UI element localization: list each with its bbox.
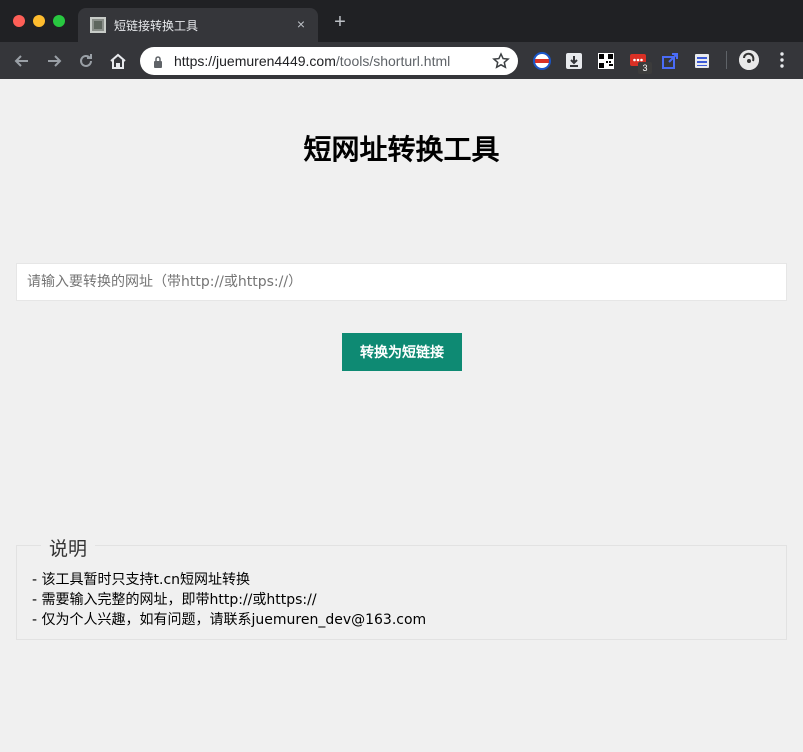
qr-code-extension-icon[interactable] xyxy=(597,52,615,70)
extension-badge: 3 xyxy=(638,62,652,74)
url-input[interactable] xyxy=(16,263,787,301)
back-arrow-icon[interactable] xyxy=(12,51,32,71)
share-extension-icon[interactable] xyxy=(661,52,679,70)
browser-tab-bar: 短链接转换工具 × + xyxy=(0,0,803,42)
minimize-window-button[interactable] xyxy=(33,15,45,27)
reader-extension-icon[interactable] xyxy=(693,52,711,70)
forward-arrow-icon[interactable] xyxy=(44,51,64,71)
tab-title: 短链接转换工具 xyxy=(114,19,199,33)
new-tab-button[interactable]: + xyxy=(330,12,350,32)
note-line: - 需要输入完整的网址，即带http://或https:// xyxy=(32,592,317,608)
browser-tab[interactable]: 短链接转换工具 × xyxy=(78,8,318,42)
site-favicon-icon xyxy=(90,17,106,33)
browser-toolbar: https://juemuren4449.com/tools/shorturl.… xyxy=(0,42,803,79)
url-text: https://juemuren4449.com/tools/shorturl.… xyxy=(174,53,450,69)
translate-extension-icon[interactable] xyxy=(533,52,551,70)
maximize-window-button[interactable] xyxy=(53,15,65,27)
home-icon[interactable] xyxy=(108,51,128,71)
bookmark-star-icon[interactable] xyxy=(492,52,510,70)
more-menu-icon[interactable] xyxy=(774,50,790,70)
tab-close-icon[interactable]: × xyxy=(292,15,310,33)
url-host: https://juemuren4449.com xyxy=(174,53,336,69)
notes-section: 说明 - 该工具暂时只支持t.cn短网址转换 - 需要输入完整的网址，即带htt… xyxy=(16,534,787,640)
toolbar-divider xyxy=(726,51,727,69)
profile-avatar[interactable] xyxy=(739,50,759,70)
notes-legend: 说明 xyxy=(41,534,96,561)
address-bar[interactable]: https://juemuren4449.com/tools/shorturl.… xyxy=(140,47,518,75)
note-line: - 该工具暂时只支持t.cn短网址转换 xyxy=(32,572,251,588)
download-extension-icon[interactable] xyxy=(565,52,583,70)
convert-button[interactable]: 转换为短链接 xyxy=(342,333,462,371)
url-path: /tools/shorturl.html xyxy=(335,53,451,69)
lock-icon xyxy=(153,55,163,73)
close-window-button[interactable] xyxy=(13,15,25,27)
note-line: - 仅为个人兴趣，如有问题，请联系juemuren_dev@163.com xyxy=(32,612,427,628)
notes-list: - 该工具暂时只支持t.cn短网址转换 - 需要输入完整的网址，即带http:/… xyxy=(32,570,426,630)
page-title: 短网址转换工具 xyxy=(303,133,500,166)
reload-icon[interactable] xyxy=(76,51,96,71)
